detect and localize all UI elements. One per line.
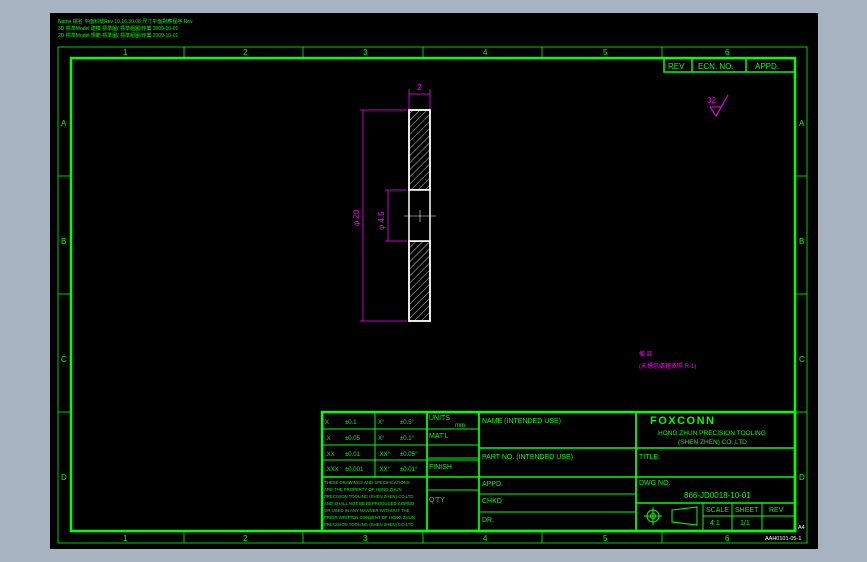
material-label: MAT'L: [429, 433, 449, 440]
note-line: (未標示處理依照 R-1): [639, 362, 696, 370]
appd-header: APPD.: [755, 62, 779, 71]
column-number: 6: [725, 534, 730, 543]
row-letter: B: [799, 237, 804, 246]
sheet-value: 1/1: [740, 520, 750, 527]
legal-note-line: OR USED IN ANY MANNER WITHOUT THE: [324, 508, 410, 513]
tol-linear-value: ±0.05: [345, 436, 361, 442]
column-number: 6: [725, 48, 730, 57]
name-label: NAME (INTENDED USE): [482, 418, 561, 425]
column-number: 3: [363, 48, 368, 57]
header-notes: Name 檔名 平面料號Rev 10.16.30.08 尺寸平面對應程序 Rev…: [58, 18, 193, 39]
chkd-label: CHKD: [482, 498, 502, 505]
washer-section-view: [404, 109, 436, 322]
rev-header: REV: [668, 62, 685, 71]
outer-diameter-dimension: φ 20: [352, 209, 361, 226]
units-label: UNITS: [429, 415, 450, 422]
company-name: HONG ZHUN PRECISION TOOLING: [658, 430, 766, 437]
row-letter: D: [61, 473, 67, 482]
tol-linear-value: ±0.001: [345, 467, 364, 473]
surface-roughness-symbol: 32: [707, 94, 729, 117]
tol-linear: .XX: [325, 452, 335, 458]
tolerance-table: X ±0.1 X° ±0.5° .X ±0.05 X° ±0.1° .XX ±0…: [325, 420, 418, 473]
row-letter: D: [799, 473, 805, 482]
dwg-no-label: DWG NO.: [639, 480, 671, 487]
header-note-line: Name 檔名 平面料號Rev 10.16.30.08 尺寸平面對應程序 Rev: [58, 18, 193, 25]
column-number: 5: [603, 48, 608, 57]
company-logo: FOXCONN: [650, 415, 716, 427]
ecn-header: ECN. NO.: [698, 62, 734, 71]
scale-value: 4:1: [710, 520, 720, 527]
tol-angular-value: ±0.5°: [400, 420, 415, 426]
drawing-sheet: Name 檔名 平面料號Rev 10.16.30.08 尺寸平面對應程序 Rev…: [57, 18, 808, 544]
row-letter: C: [61, 355, 67, 364]
units-value: mm: [455, 423, 465, 429]
drawing-note: 備 註 (未標示處理依照 R-1): [639, 350, 696, 370]
inner-diameter-dimension: φ 4.5: [377, 211, 386, 230]
tol-linear-value: ±0.01: [345, 452, 361, 458]
company-subname: (SHEN ZHEN) CO.,LTD: [678, 439, 747, 446]
tol-angular-value: ±0.05°: [400, 452, 418, 458]
appd-label: APPD.: [482, 481, 503, 488]
thickness-dimension: 2: [417, 83, 422, 92]
tol-angular: .XX°: [378, 452, 391, 458]
column-number: 4: [483, 48, 488, 57]
column-number: 1: [123, 534, 128, 543]
row-letter: B: [61, 237, 66, 246]
legal-note: THESE DRAWINGS AND SPECIFICATIONS ARE TH…: [324, 480, 415, 527]
tol-angular-value: ±0.01°: [400, 467, 418, 473]
legal-note-line: PRIOR WRITTEN CONSENT OF HONG ZHUN: [324, 515, 415, 520]
tol-angular: X°: [378, 420, 385, 426]
row-letters: A B C D A B C D: [61, 119, 805, 482]
finish-label: FINISH: [429, 464, 452, 471]
column-number: 1: [123, 48, 128, 57]
column-number: 2: [243, 48, 248, 57]
row-letter: A: [61, 119, 67, 128]
revision-block: REV ECN. NO. APPD.: [663, 57, 796, 73]
column-number: 5: [603, 534, 608, 543]
roughness-value: 32: [707, 96, 716, 105]
qty-label: Q'TY: [429, 497, 445, 504]
column-number: 3: [363, 534, 368, 543]
header-note-line: 2D 標準Model 規範 標準圖/ 標準組圖/作業 2009-10-01: [58, 32, 179, 39]
sheet-label: SHEET: [735, 507, 759, 514]
legal-note-line: AND SHALL NOT BE REPRODUCED COPIED: [324, 501, 414, 506]
legal-note-line: ARE THE PROPERTY OF HONG ZHUN: [324, 487, 402, 492]
title-label: TITLE:: [639, 454, 660, 461]
tol-linear: .X: [325, 436, 331, 442]
column-number: 2: [243, 534, 248, 543]
tol-linear: .XXX: [325, 467, 339, 473]
note-line: 備 註: [639, 350, 653, 358]
cad-viewport[interactable]: Name 檔名 平面料號Rev 10.16.30.08 尺寸平面對應程序 Rev…: [50, 13, 818, 549]
header-note-line: 3D 標準Model 建模 標準圖/ 標準組圖/作業 2009-10-01: [58, 25, 179, 32]
sheet-size-mark: A4: [798, 525, 805, 531]
projection-symbol-icon: [644, 506, 698, 526]
tol-angular: X°: [378, 436, 385, 442]
footer-code: AAH0101-05-1: [765, 536, 801, 542]
drawing-number: 866-JD0018-10-01: [684, 491, 751, 500]
rev-label: REV: [769, 507, 784, 514]
scale-label: SCALE: [706, 507, 729, 514]
dr-label: DR.: [482, 517, 494, 524]
row-letter: A: [799, 119, 805, 128]
tol-linear: X: [325, 420, 329, 426]
part-no-label: PART NO. (INTENDED USE): [482, 454, 573, 461]
row-letter: C: [799, 355, 805, 364]
tol-angular: .XX°: [378, 467, 391, 473]
column-number: 4: [483, 534, 488, 543]
legal-note-line: THESE DRAWINGS AND SPECIFICATIONS: [324, 480, 410, 485]
tol-linear-value: ±0.1: [345, 420, 357, 426]
tol-angular-value: ±0.1°: [400, 436, 415, 442]
legal-note-line: PRECISION TOOLING (SHEN ZHEN) CO.LTD: [324, 494, 414, 499]
legal-note-line: PRECISION TOOLING (SHEN ZHEN) CO.LTD: [324, 522, 414, 527]
